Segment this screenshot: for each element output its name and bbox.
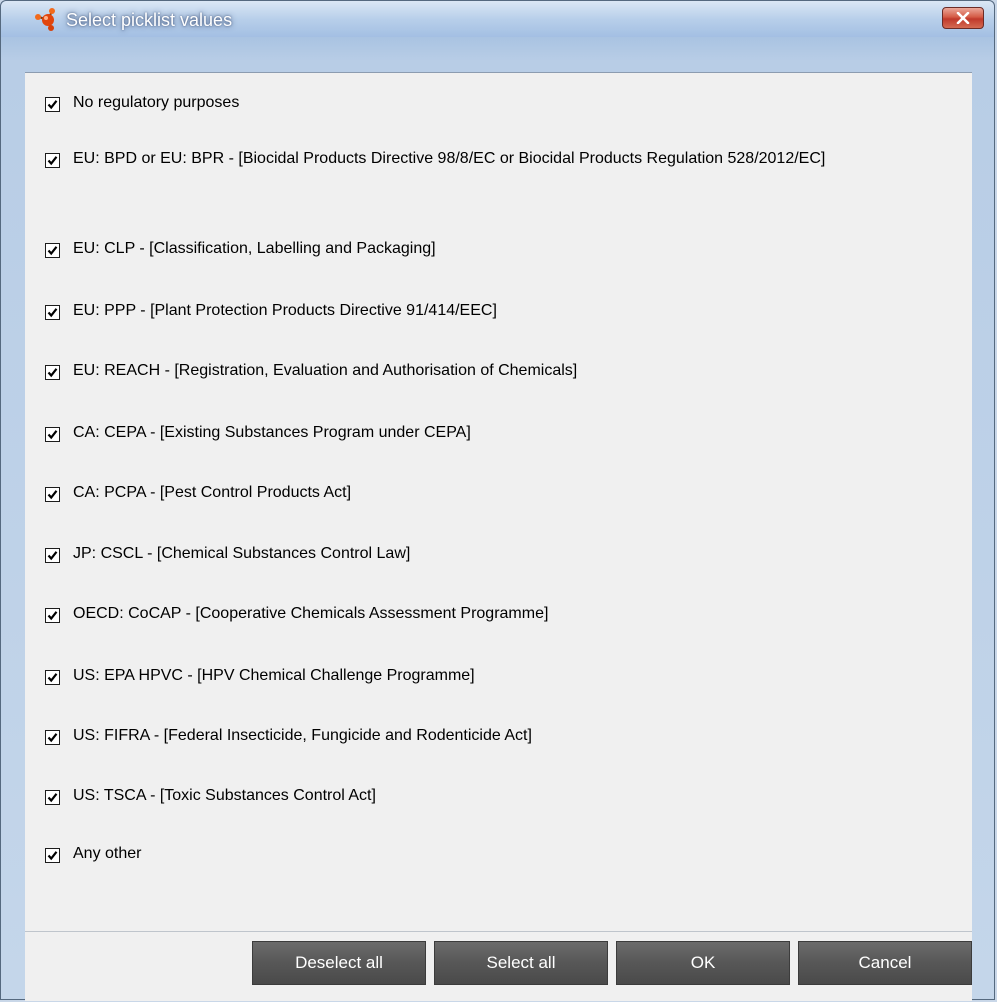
checkbox[interactable]	[45, 548, 60, 563]
checkmark-icon	[47, 793, 58, 803]
option-label: CA: CEPA - [Existing Substances Program …	[73, 424, 471, 441]
checkbox[interactable]	[45, 790, 60, 805]
option-ca-pcpa[interactable]: CA: PCPA - [Pest Control Products Act]	[45, 484, 953, 504]
checkbox[interactable]	[45, 670, 60, 685]
option-label: EU: BPD or EU: BPR - [Biocidal Products …	[73, 150, 826, 167]
deselect-all-button[interactable]: Deselect all	[252, 941, 426, 985]
picklist-dialog: Select picklist values No regulatory pur…	[0, 0, 995, 1001]
option-label: US: EPA HPVC - [HPV Chemical Challenge P…	[73, 667, 475, 684]
button-bar: Deselect all Select all OK Cancel	[25, 931, 972, 1001]
option-label: EU: CLP - [Classification, Labelling and…	[73, 240, 436, 257]
ok-button[interactable]: OK	[616, 941, 790, 985]
checkmark-icon	[47, 673, 58, 683]
option-us-tsca[interactable]: US: TSCA - [Toxic Substances Control Act…	[45, 787, 953, 807]
select-all-button[interactable]: Select all	[434, 941, 608, 985]
checkmark-icon	[47, 430, 58, 440]
checkmark-icon	[47, 100, 58, 110]
checkmark-icon	[47, 733, 58, 743]
option-label: CA: PCPA - [Pest Control Products Act]	[73, 484, 352, 501]
checkbox[interactable]	[45, 365, 60, 380]
checkbox[interactable]	[45, 153, 60, 168]
option-label: Any other	[73, 845, 142, 862]
option-label: JP: CSCL - [Chemical Substances Control …	[73, 545, 411, 562]
title-bar[interactable]: Select picklist values	[1, 1, 994, 37]
option-eu-ppp[interactable]: EU: PPP - [Plant Protection Products Dir…	[45, 302, 953, 322]
option-label: US: FIFRA - [Federal Insecticide, Fungic…	[73, 727, 532, 744]
option-ca-cepa[interactable]: CA: CEPA - [Existing Substances Program …	[45, 424, 953, 444]
close-icon	[956, 12, 970, 24]
option-eu-bpd-bpr[interactable]: EU: BPD or EU: BPR - [Biocidal Products …	[45, 150, 953, 170]
checkbox[interactable]	[45, 427, 60, 442]
option-any-other[interactable]: Any other	[45, 845, 953, 865]
option-label: No regulatory purposes	[73, 94, 240, 111]
checkmark-icon	[47, 851, 58, 861]
checkmark-icon	[47, 490, 58, 500]
cancel-button[interactable]: Cancel	[798, 941, 972, 985]
checkbox[interactable]	[45, 730, 60, 745]
checkmark-icon	[47, 551, 58, 561]
option-label: US: TSCA - [Toxic Substances Control Act…	[73, 787, 376, 804]
option-label: EU: REACH - [Registration, Evaluation an…	[73, 362, 578, 379]
checkbox[interactable]	[45, 305, 60, 320]
checkbox[interactable]	[45, 243, 60, 258]
option-eu-reach[interactable]: EU: REACH - [Registration, Evaluation an…	[45, 362, 953, 382]
close-button[interactable]	[942, 7, 984, 29]
checkbox[interactable]	[45, 487, 60, 502]
option-us-epa-hpvc[interactable]: US: EPA HPVC - [HPV Chemical Challenge P…	[45, 667, 953, 687]
checkbox[interactable]	[45, 608, 60, 623]
molecule-icon	[35, 8, 55, 31]
dialog-title: Select picklist values	[66, 10, 233, 30]
checkmark-icon	[47, 368, 58, 378]
option-us-fifra[interactable]: US: FIFRA - [Federal Insecticide, Fungic…	[45, 727, 953, 747]
checkmark-icon	[47, 308, 58, 318]
option-no-regulatory-purposes[interactable]: No regulatory purposes	[45, 94, 953, 114]
checkmark-icon	[47, 246, 58, 256]
option-eu-clp[interactable]: EU: CLP - [Classification, Labelling and…	[45, 240, 953, 260]
option-jp-cscl[interactable]: JP: CSCL - [Chemical Substances Control …	[45, 545, 953, 565]
checkmark-icon	[47, 611, 58, 621]
option-label: OECD: CoCAP - [Cooperative Chemicals Ass…	[73, 605, 549, 622]
picklist-options: No regulatory purposes EU: BPD or EU: BP…	[25, 72, 972, 931]
checkbox[interactable]	[45, 848, 60, 863]
checkbox[interactable]	[45, 97, 60, 112]
option-label: EU: PPP - [Plant Protection Products Dir…	[73, 302, 497, 319]
option-oecd-cocap[interactable]: OECD: CoCAP - [Cooperative Chemicals Ass…	[45, 605, 953, 625]
checkmark-icon	[47, 156, 58, 166]
